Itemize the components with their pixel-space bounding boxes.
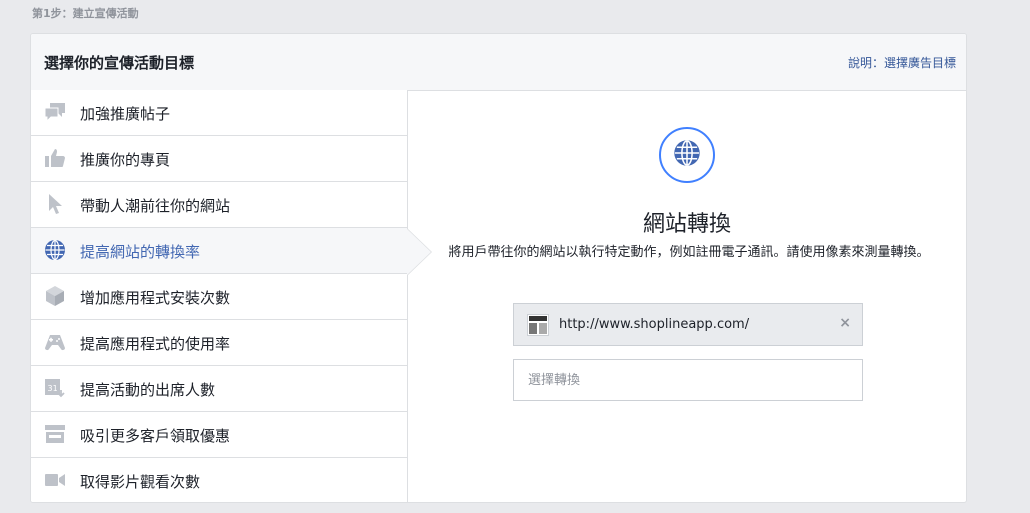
objective-label: 增加應用程式安裝次數 bbox=[80, 289, 231, 307]
globe-icon bbox=[673, 139, 701, 171]
objective-sidebar: 加強推廣帖子 推廣你的專頁 帶動人潮前往你的網站 提高網站的轉換率 增加應用程式… bbox=[31, 90, 408, 502]
objective-offer-claims[interactable]: 吸引更多客戶領取優惠 bbox=[31, 412, 407, 458]
website-url: http://www.shoplineapp.com/ bbox=[559, 317, 750, 332]
objective-label: 加強推廣帖子 bbox=[80, 105, 171, 123]
objective-event-responses[interactable]: 31 提高活動的出席人數 bbox=[31, 366, 407, 412]
objective-promote-page[interactable]: 推廣你的專頁 bbox=[31, 136, 407, 182]
campaign-objective-panel: 選擇你的宣傳活動目標 說明：選擇廣告目標 加強推廣帖子 推廣你的專頁 帶動人潮前… bbox=[30, 33, 967, 503]
objective-label: 推廣你的專頁 bbox=[80, 151, 171, 169]
cube-icon bbox=[43, 285, 67, 307]
globe-icon bbox=[43, 239, 67, 261]
objective-label: 提高應用程式的使用率 bbox=[80, 335, 231, 353]
store-icon bbox=[43, 423, 67, 445]
thumbs-up-icon bbox=[43, 147, 67, 169]
objective-label: 提高網站的轉換率 bbox=[80, 243, 201, 261]
help-text: 說明：選擇廣告目標 bbox=[848, 54, 956, 71]
objective-website-conversions[interactable]: 提高網站的轉換率 bbox=[31, 228, 407, 274]
panel-title: 選擇你的宣傳活動目標 bbox=[44, 54, 195, 72]
svg-text:31: 31 bbox=[48, 384, 58, 393]
website-url-token: http://www.shoplineapp.com/ × bbox=[513, 303, 863, 346]
objective-video-views[interactable]: 取得影片觀看次數 bbox=[31, 458, 407, 502]
objective-website-traffic[interactable]: 帶動人潮前往你的網站 bbox=[31, 182, 407, 228]
objective-app-engagement[interactable]: 提高應用程式的使用率 bbox=[31, 320, 407, 366]
globe-badge bbox=[659, 127, 715, 183]
conversion-select-input[interactable] bbox=[513, 359, 863, 401]
objective-label: 帶動人潮前往你的網站 bbox=[80, 197, 231, 215]
objective-description: 將用戶帶往你的網站以執行特定動作，例如註冊電子通訊。請使用像素來測量轉換。 bbox=[448, 245, 930, 260]
help-link[interactable]: 選擇廣告目標 bbox=[884, 56, 956, 70]
help-prefix: 說明： bbox=[847, 56, 884, 70]
step-label: 第1步：建立宣傳活動 bbox=[32, 7, 139, 20]
objective-app-installs[interactable]: 增加應用程式安裝次數 bbox=[31, 274, 407, 320]
objective-label: 取得影片觀看次數 bbox=[80, 473, 201, 491]
close-icon[interactable]: × bbox=[839, 315, 851, 331]
gamepad-icon bbox=[43, 331, 67, 353]
video-camera-icon bbox=[43, 469, 67, 491]
cursor-icon bbox=[43, 193, 67, 215]
objective-label: 提高活動的出席人數 bbox=[80, 381, 216, 399]
panel-header: 選擇你的宣傳活動目標 說明：選擇廣告目標 bbox=[31, 34, 966, 91]
calendar-icon: 31 bbox=[43, 377, 67, 399]
objective-title: 網站轉換 bbox=[642, 212, 731, 237]
objective-detail: 網站轉換 將用戶帶往你的網站以執行特定動作，例如註冊電子通訊。請使用像素來測量轉… bbox=[408, 90, 966, 502]
objective-boost-post[interactable]: 加強推廣帖子 bbox=[31, 90, 407, 136]
objective-label: 吸引更多客戶領取優惠 bbox=[80, 427, 231, 445]
website-thumbnail bbox=[527, 314, 549, 336]
speech-bubble-icon bbox=[43, 101, 67, 123]
